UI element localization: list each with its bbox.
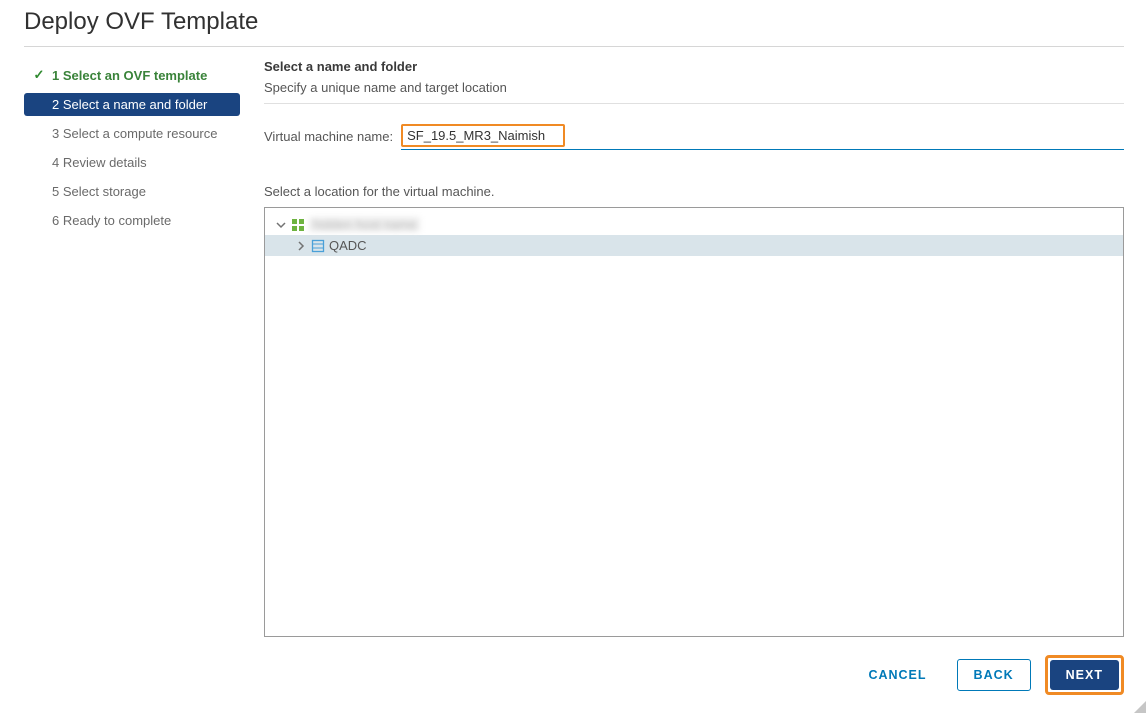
wizard-steps: ✓ 1 Select an OVF template 2 Select a na… (24, 59, 240, 637)
step-5[interactable]: 5 Select storage (24, 180, 240, 203)
vm-name-input[interactable] (403, 126, 563, 145)
step-1[interactable]: ✓ 1 Select an OVF template (24, 63, 240, 87)
location-tree[interactable]: hidden host name QADC (264, 207, 1124, 637)
back-button[interactable]: BACK (957, 659, 1031, 691)
next-button-highlight: NEXT (1045, 655, 1124, 695)
step-label: 6 Ready to complete (52, 213, 171, 228)
step-2[interactable]: 2 Select a name and folder (24, 93, 240, 116)
vm-name-row: Virtual machine name: (264, 122, 1124, 150)
datacenter-icon (311, 239, 325, 253)
step-label: 5 Select storage (52, 184, 146, 199)
step-3[interactable]: 3 Select a compute resource (24, 122, 240, 145)
wizard-footer: CANCEL BACK NEXT (852, 655, 1124, 695)
resize-handle-icon[interactable] (1134, 701, 1146, 713)
section-title: Select a name and folder (264, 59, 1124, 74)
step-label: 2 Select a name and folder (52, 97, 207, 112)
vm-name-highlight (401, 124, 565, 147)
tree-datacenter-row[interactable]: QADC (265, 235, 1123, 256)
tree-root-row[interactable]: hidden host name (265, 214, 1123, 235)
page-title: Deploy OVF Template (24, 8, 1124, 40)
step-4[interactable]: 4 Review details (24, 151, 240, 174)
check-icon: ✓ (32, 67, 46, 83)
title-divider (24, 46, 1124, 47)
step-6[interactable]: 6 Ready to complete (24, 209, 240, 232)
main-panel: Select a name and folder Specify a uniqu… (264, 59, 1124, 637)
step-label: 4 Review details (52, 155, 147, 170)
chevron-down-icon[interactable] (275, 219, 287, 231)
step-label: 1 Select an OVF template (52, 68, 207, 83)
tree-label: Select a location for the virtual machin… (264, 184, 1124, 199)
chevron-right-icon[interactable] (295, 240, 307, 252)
cancel-button[interactable]: CANCEL (852, 660, 942, 690)
next-button[interactable]: NEXT (1050, 660, 1119, 690)
vm-name-label: Virtual machine name: (264, 129, 393, 144)
tree-root-label: hidden host name (309, 217, 420, 232)
section-divider (264, 103, 1124, 104)
section-description: Specify a unique name and target locatio… (264, 80, 1124, 95)
step-label: 3 Select a compute resource (52, 126, 217, 141)
tree-datacenter-label: QADC (329, 238, 367, 253)
vcenter-icon (291, 218, 305, 232)
